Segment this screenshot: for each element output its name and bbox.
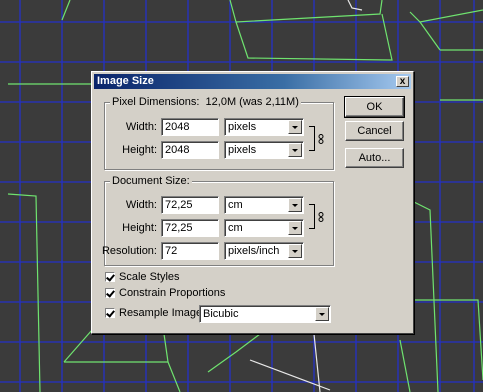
pixel-width-input[interactable]: 2048 xyxy=(161,118,219,136)
pixel-width-unit: pixels xyxy=(228,121,257,133)
resample-image-checkbox[interactable] xyxy=(105,308,115,318)
doc-height-label: Height: xyxy=(122,222,157,234)
document-size-label: Document Size: xyxy=(110,175,192,187)
ok-button[interactable]: OK xyxy=(344,96,405,118)
pixel-height-input[interactable]: 2048 xyxy=(161,141,219,159)
pixel-dimensions-label: Pixel Dimensions: 12,0M (was 2,11M) xyxy=(110,96,301,108)
cancel-button[interactable]: Cancel xyxy=(345,121,404,141)
pixel-height-label: Height: xyxy=(122,144,157,156)
pixel-link-bracket xyxy=(309,126,315,151)
image-size-dialog: Image Size x Pixel Dimensions: 12,0M (wa… xyxy=(91,71,414,334)
scale-styles-checkbox[interactable] xyxy=(105,272,115,282)
doc-link-bracket xyxy=(309,204,315,229)
dialog-titlebar[interactable]: Image Size x xyxy=(94,74,411,89)
pixel-dimensions-group: Pixel Dimensions: 12,0M (was 2,11M) Widt… xyxy=(104,96,334,170)
link-chain-icon xyxy=(318,212,324,222)
constrain-proportions-checkbox[interactable] xyxy=(105,288,115,298)
dialog-title: Image Size xyxy=(97,75,154,87)
pixel-width-unit-select[interactable]: pixels xyxy=(224,118,304,136)
document-size-group: Document Size: Width: 72,25 cm Height: 7… xyxy=(101,175,334,266)
doc-height-input[interactable]: 72,25 xyxy=(161,219,219,237)
doc-width-unit-select[interactable]: cm xyxy=(224,196,304,214)
scale-styles-label: Scale Styles xyxy=(119,271,180,283)
doc-width-label: Width: xyxy=(125,199,157,211)
pixel-dimensions-summary: 12,0M (was 2,11M) xyxy=(205,96,299,108)
doc-height-unit-select[interactable]: cm xyxy=(224,219,304,237)
chevron-down-icon xyxy=(288,143,302,157)
resolution-unit: pixels/inch xyxy=(228,245,280,257)
pixel-height-unit-select[interactable]: pixels xyxy=(224,141,304,159)
resample-image-label: Resample Image: xyxy=(119,307,206,319)
resample-method-select[interactable]: Bicubic xyxy=(199,305,331,323)
resolution-unit-select[interactable]: pixels/inch xyxy=(224,242,304,260)
chevron-down-icon xyxy=(315,307,329,321)
doc-width-unit: cm xyxy=(228,199,243,211)
pixel-width-label: Width: xyxy=(125,121,157,133)
doc-width-input[interactable]: 72,25 xyxy=(161,196,219,214)
constrain-proportions-label: Constrain Proportions xyxy=(119,287,226,299)
resample-method: Bicubic xyxy=(203,308,239,320)
close-button[interactable]: x xyxy=(396,76,409,87)
auto-button[interactable]: Auto... xyxy=(345,148,404,168)
chevron-down-icon xyxy=(288,244,302,258)
resolution-input[interactable]: 72 xyxy=(161,242,219,260)
link-chain-icon xyxy=(318,134,324,144)
doc-height-unit: cm xyxy=(228,222,243,234)
chevron-down-icon xyxy=(288,120,302,134)
chevron-down-icon xyxy=(288,221,302,235)
chevron-down-icon xyxy=(288,198,302,212)
pixel-height-unit: pixels xyxy=(228,144,257,156)
resolution-label: Resolution: xyxy=(101,245,157,257)
